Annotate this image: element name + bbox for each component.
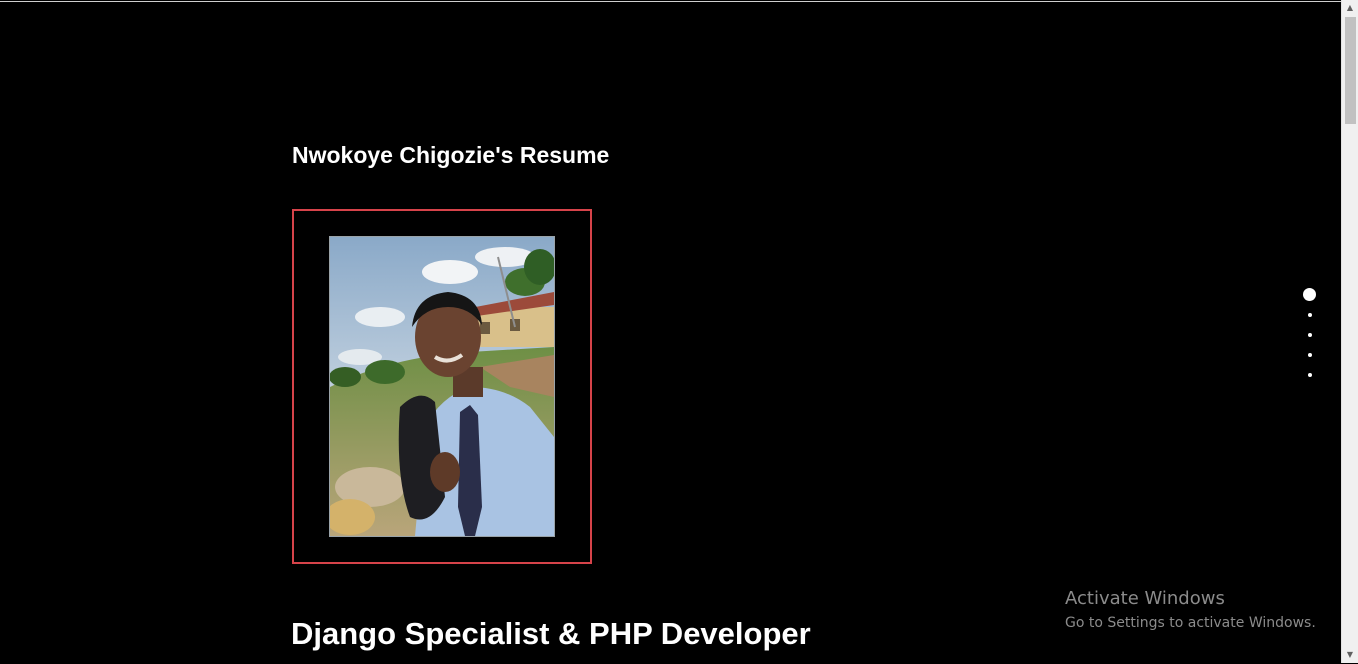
page-title: Nwokoye Chigozie's Resume: [292, 142, 610, 168]
section-dot-1[interactable]: [1303, 288, 1316, 301]
section-dot-3[interactable]: [1308, 333, 1312, 337]
section-dot-2[interactable]: [1308, 313, 1312, 317]
scroll-up-arrow-icon[interactable]: ▲: [1342, 0, 1358, 16]
windows-activation-watermark: Activate Windows Go to Settings to activ…: [1065, 587, 1316, 633]
profile-photo: [329, 236, 555, 537]
vertical-scrollbar[interactable]: ▲ ▼: [1341, 0, 1358, 663]
section-dot-5[interactable]: [1308, 373, 1312, 377]
watermark-subtitle: Go to Settings to activate Windows.: [1065, 615, 1316, 631]
headline: Django Specialist & PHP Developer: [291, 616, 811, 651]
watermark-title: Activate Windows: [1065, 588, 1225, 609]
page-viewport: Nwokoye Chigozie's Resume Django Special…: [0, 1, 1341, 664]
scroll-down-arrow-icon[interactable]: ▼: [1342, 647, 1358, 663]
section-dot-4[interactable]: [1308, 353, 1312, 357]
scrollbar-thumb[interactable]: [1345, 17, 1356, 124]
